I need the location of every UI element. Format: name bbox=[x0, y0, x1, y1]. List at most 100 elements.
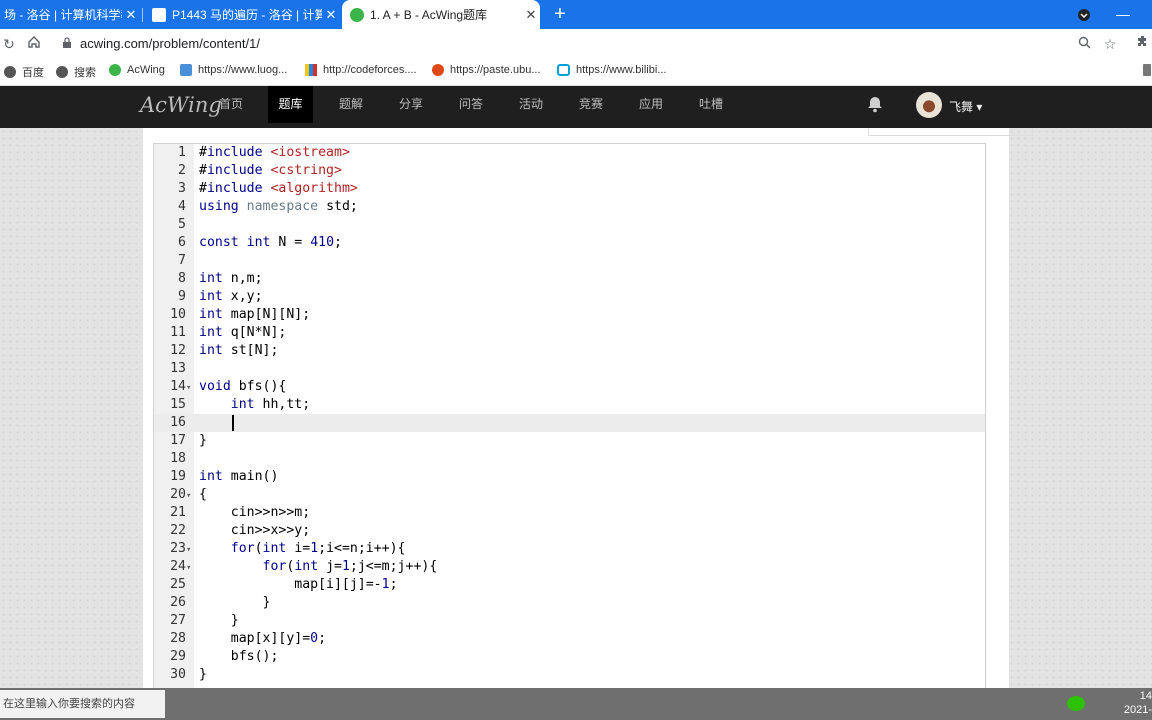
code-line[interactable]: 8 int n,m; bbox=[154, 270, 985, 288]
code-line[interactable]: 6 const int N = 410; bbox=[154, 234, 985, 252]
bookmark-bilibili[interactable]: https://www.bilibi... bbox=[557, 64, 666, 76]
browser-tab-luogu-p1443[interactable]: P1443 马的遍历 - 洛谷 | 计算机 ✕ bbox=[144, 0, 340, 29]
nav-activities[interactable]: 活动 bbox=[519, 86, 543, 123]
fold-arrow-icon[interactable]: ▾ bbox=[186, 487, 198, 505]
reload-icon[interactable]: ↻ bbox=[0, 35, 18, 53]
browser-tab-strip: 场 - 洛谷 | 计算机科学教育 ✕ P1443 马的遍历 - 洛谷 | 计算机… bbox=[0, 0, 1152, 29]
lock-icon[interactable] bbox=[58, 35, 76, 53]
code-line[interactable]: 27 } bbox=[154, 612, 985, 630]
code-line[interactable]: 19 int main() bbox=[154, 468, 985, 486]
nav-feedback[interactable]: 吐槽 bbox=[699, 86, 723, 123]
bell-icon[interactable] bbox=[866, 95, 884, 113]
acwing-icon bbox=[109, 64, 121, 76]
code-line[interactable]: 30} bbox=[154, 666, 985, 684]
browser-tab-luogu-1[interactable]: 场 - 洛谷 | 计算机科学教育 ✕ bbox=[0, 0, 140, 29]
taskbar-clock[interactable]: 14 2021- bbox=[1124, 689, 1152, 717]
text-cursor bbox=[232, 415, 234, 431]
line-number: 19 bbox=[170, 469, 186, 484]
code-text: int map[N][N]; bbox=[199, 307, 311, 322]
wechat-icon[interactable] bbox=[1067, 696, 1085, 711]
code-text: int n,m; bbox=[199, 271, 263, 286]
bookmark-paste-ubuntu[interactable]: https://paste.ubu... bbox=[432, 64, 541, 76]
code-line[interactable]: 5 bbox=[154, 216, 985, 234]
code-text: } bbox=[199, 613, 239, 628]
code-line[interactable]: 12 int st[N]; bbox=[154, 342, 985, 360]
nav-contests[interactable]: 竞赛 bbox=[579, 86, 603, 123]
globe-icon bbox=[56, 66, 68, 78]
bookmark-codeforces[interactable]: http://codeforces.... bbox=[305, 64, 417, 76]
code-line[interactable]: 24▾ for(int j=1;j<=m;j++){ bbox=[154, 558, 985, 576]
code-editor[interactable]: 1 #include <iostream> 2 #include <cstring> 3… bbox=[153, 143, 986, 690]
taskbar-search-input[interactable]: 在这里输入你要搜索的内容 bbox=[0, 690, 165, 718]
code-line[interactable]: 1 #include <iostream> bbox=[154, 144, 985, 162]
line-number: 30 bbox=[170, 667, 186, 682]
fold-arrow-icon[interactable]: ▾ bbox=[186, 559, 198, 577]
code-line[interactable]: 13 bbox=[154, 360, 985, 378]
code-line[interactable]: 28 map[x][y]=0; bbox=[154, 630, 985, 648]
luogu-icon bbox=[180, 64, 192, 76]
code-line[interactable]: 10 int map[N][N]; bbox=[154, 306, 985, 324]
code-line[interactable]: 15 int hh,tt; bbox=[154, 396, 985, 414]
code-line[interactable]: 16 bbox=[154, 414, 985, 432]
minimize-icon[interactable]: — bbox=[1108, 0, 1138, 29]
avatar[interactable] bbox=[916, 92, 942, 118]
reading-list-icon[interactable] bbox=[1143, 64, 1152, 76]
line-number: 23 bbox=[170, 541, 186, 556]
code-line[interactable]: 3 #include <algorithm> bbox=[154, 180, 985, 198]
code-line[interactable]: 22 cin>>x>>y; bbox=[154, 522, 985, 540]
code-text: int st[N]; bbox=[199, 343, 279, 358]
bookmark-baidu[interactable]: 百度 bbox=[4, 64, 44, 80]
bookmark-luogu[interactable]: https://www.luog... bbox=[180, 64, 287, 76]
code-line[interactable]: 23▾ for(int i=1;i<=n;i++){ bbox=[154, 540, 985, 558]
code-line[interactable]: 14▾ void bfs(){ bbox=[154, 378, 985, 396]
bookmark-star-icon[interactable]: ☆ bbox=[1101, 35, 1119, 53]
code-line[interactable]: 4 using namespace std; bbox=[154, 198, 985, 216]
code-text: } bbox=[199, 667, 207, 682]
code-text: using namespace std; bbox=[199, 199, 358, 214]
code-line[interactable]: 18 bbox=[154, 450, 985, 468]
line-number: 5 bbox=[178, 217, 186, 232]
username-dropdown[interactable]: 飞舞 ▾ bbox=[949, 98, 982, 115]
address-bar-url[interactable]: acwing.com/problem/content/1/ bbox=[80, 36, 260, 51]
close-icon[interactable]: ✕ bbox=[522, 7, 540, 23]
nav-share[interactable]: 分享 bbox=[399, 86, 423, 123]
nav-problems[interactable]: 题库 bbox=[268, 86, 313, 123]
code-line[interactable]: 25 map[i][j]=-1; bbox=[154, 576, 985, 594]
zoom-icon[interactable] bbox=[1075, 35, 1093, 53]
close-icon[interactable]: ✕ bbox=[322, 7, 340, 23]
code-line[interactable]: 17} bbox=[154, 432, 985, 450]
code-line[interactable]: 11 int q[N*N]; bbox=[154, 324, 985, 342]
code-text: int main() bbox=[199, 469, 279, 484]
extensions-icon[interactable] bbox=[1134, 35, 1152, 53]
bilibili-icon bbox=[557, 64, 570, 76]
code-line[interactable]: 20▾{ bbox=[154, 486, 985, 504]
nav-apps[interactable]: 应用 bbox=[639, 86, 663, 123]
acwing-navbar: AcWing 首页 题库 题解 分享 问答 活动 竞赛 应用 吐槽 飞舞 ▾ bbox=[0, 86, 1152, 128]
clock-time: 14 bbox=[1139, 690, 1152, 702]
language-select[interactable] bbox=[868, 128, 1033, 136]
code-text: int x,y; bbox=[199, 289, 263, 304]
line-number: 29 bbox=[170, 649, 186, 664]
bookmark-acwing[interactable]: AcWing bbox=[109, 64, 165, 76]
code-line[interactable]: 9 int x,y; bbox=[154, 288, 985, 306]
acwing-logo[interactable]: AcWing bbox=[140, 93, 222, 117]
bookmark-search[interactable]: 搜索 bbox=[56, 64, 96, 80]
nav-qa[interactable]: 问答 bbox=[459, 86, 483, 123]
code-line[interactable]: 26 } bbox=[154, 594, 985, 612]
tab-search-icon[interactable] bbox=[1069, 0, 1099, 29]
code-text: const int N = 410; bbox=[199, 235, 342, 250]
code-line[interactable]: 2 #include <cstring> bbox=[154, 162, 985, 180]
fold-arrow-icon[interactable]: ▾ bbox=[186, 541, 198, 559]
browser-tab-acwing[interactable]: 1. A + B - AcWing题库 ✕ bbox=[342, 0, 540, 29]
code-line[interactable]: 7 bbox=[154, 252, 985, 270]
nav-home[interactable]: 首页 bbox=[219, 86, 243, 123]
code-line[interactable]: 21 cin>>n>>m; bbox=[154, 504, 985, 522]
fold-arrow-icon[interactable]: ▾ bbox=[186, 379, 198, 397]
close-icon[interactable]: ✕ bbox=[122, 7, 140, 23]
new-tab-button[interactable]: + bbox=[549, 2, 571, 26]
nav-solutions[interactable]: 题解 bbox=[339, 86, 363, 123]
code-text: int q[N*N]; bbox=[199, 325, 287, 340]
code-line[interactable]: 29 bfs(); bbox=[154, 648, 985, 666]
home-icon[interactable] bbox=[25, 35, 43, 53]
code-text: bfs(); bbox=[199, 649, 279, 664]
